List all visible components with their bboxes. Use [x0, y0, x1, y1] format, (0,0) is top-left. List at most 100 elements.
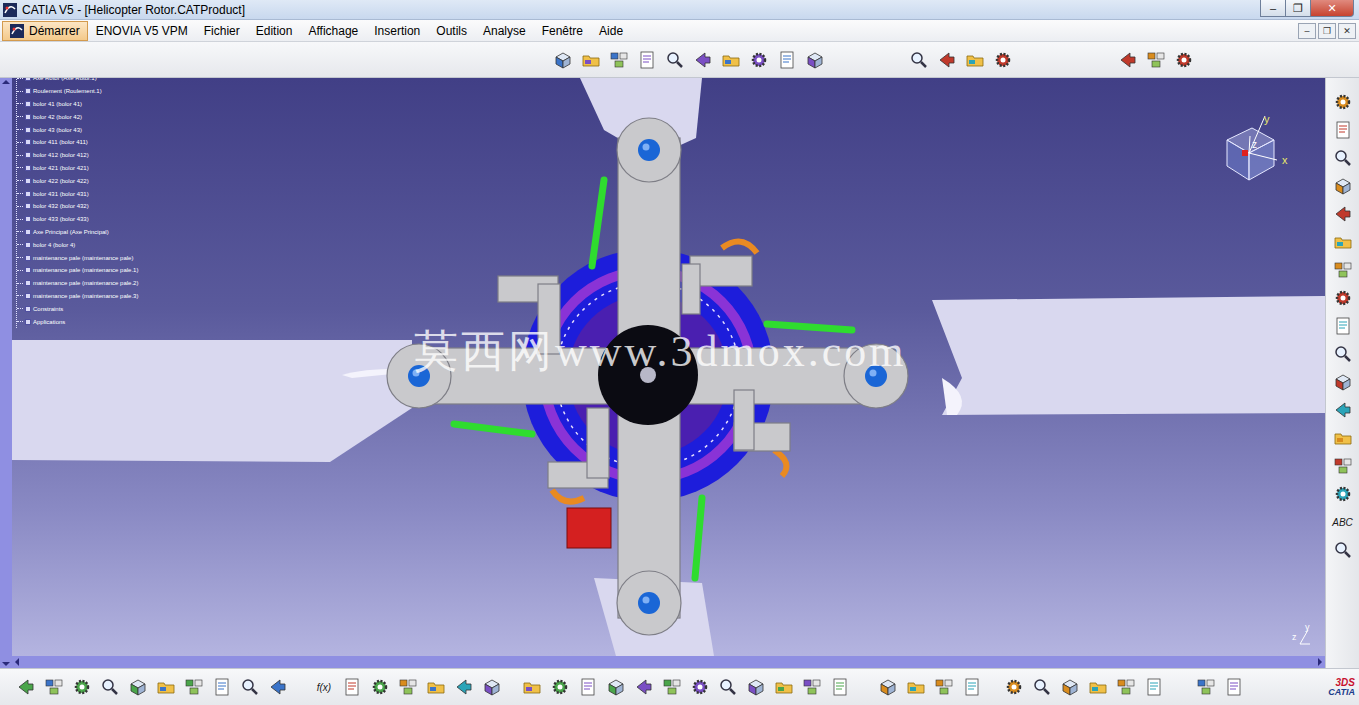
tool-button[interactable]	[775, 48, 799, 72]
tool-button[interactable]	[932, 675, 956, 699]
tree-item[interactable]: bolor 411 (bolor 411)	[17, 136, 138, 149]
tool-button[interactable]	[70, 675, 94, 699]
tool-button[interactable]	[876, 675, 900, 699]
tool-button[interactable]	[1331, 398, 1355, 422]
minimize-button[interactable]: –	[1260, 0, 1286, 17]
tool-button[interactable]	[1331, 342, 1355, 366]
tool-button[interactable]	[744, 675, 768, 699]
menu-item[interactable]: Affichage	[300, 21, 366, 41]
tool-button[interactable]	[907, 48, 931, 72]
tree-item[interactable]: bolor 422 (bolor 422)	[17, 174, 138, 187]
tool-button[interactable]	[368, 675, 392, 699]
tool-button[interactable]	[1331, 230, 1355, 254]
tool-button[interactable]	[1331, 202, 1355, 226]
tool-button[interactable]	[688, 675, 712, 699]
tree-item[interactable]: Roulement (Roulement.1)	[17, 85, 138, 98]
tool-button[interactable]	[452, 675, 476, 699]
tool-button[interactable]	[576, 675, 600, 699]
tree-item[interactable]: bolor 43 (bolor 43)	[17, 123, 138, 136]
menu-item[interactable]: Outils	[428, 21, 475, 41]
tree-item[interactable]: bolor 42 (bolor 42)	[17, 110, 138, 123]
tree-item[interactable]: bolor 4 (bolor 4)	[17, 238, 138, 251]
tool-button[interactable]	[1331, 538, 1355, 562]
tool-button[interactable]	[1331, 370, 1355, 394]
tool-button[interactable]	[98, 675, 122, 699]
tree-item[interactable]: maintenance pale (maintenance pale)	[17, 251, 138, 264]
tool-button[interactable]	[1331, 258, 1355, 282]
tree-item[interactable]: maintenance pale (maintenance pale.3)	[17, 290, 138, 303]
tree-item[interactable]: Axe Principal (Axe Principal)	[17, 226, 138, 239]
tool-button[interactable]	[663, 48, 687, 72]
tree-item[interactable]: bolor 432 (bolor 432)	[17, 200, 138, 213]
tool-button[interactable]	[1331, 286, 1355, 310]
tool-button[interactable]	[607, 48, 631, 72]
tool-button[interactable]	[772, 675, 796, 699]
tool-button[interactable]	[579, 48, 603, 72]
tool-button[interactable]	[800, 675, 824, 699]
tool-button[interactable]	[520, 675, 544, 699]
tool-button[interactable]	[1331, 146, 1355, 170]
tree-item[interactable]: bolor 412 (bolor 412)	[17, 149, 138, 162]
tool-button[interactable]	[42, 675, 66, 699]
tool-button[interactable]	[126, 675, 150, 699]
maximize-button[interactable]: ❐	[1285, 0, 1311, 17]
tree-item[interactable]: bolor 41 (bolor 41)	[17, 98, 138, 111]
tool-button[interactable]	[1331, 314, 1355, 338]
formula-button[interactable]: f(x)	[312, 675, 336, 699]
tool-button[interactable]	[1194, 675, 1218, 699]
scroll-left-icon[interactable]	[15, 658, 19, 666]
tree-item[interactable]: Axe Rotor (Axe Rotor.1)	[17, 78, 138, 85]
tool-button[interactable]	[716, 675, 740, 699]
menu-item[interactable]: Analyse	[475, 21, 534, 41]
scroll-right-icon[interactable]	[1318, 658, 1322, 666]
tool-button[interactable]	[1144, 48, 1168, 72]
menu-item[interactable]: ENOVIA V5 VPM	[88, 21, 196, 41]
tool-button[interactable]	[238, 675, 262, 699]
menu-item[interactable]: Fichier	[196, 21, 248, 41]
horizontal-scrollbar[interactable]	[12, 656, 1325, 668]
vertical-scrollbar[interactable]	[0, 78, 12, 668]
tool-button[interactable]	[1030, 675, 1054, 699]
menu-item[interactable]: Edition	[248, 21, 301, 41]
tree-item[interactable]: maintenance pale (maintenance pale.2)	[17, 277, 138, 290]
scroll-up-icon[interactable]	[2, 80, 10, 84]
tool-button[interactable]	[1331, 426, 1355, 450]
tool-button[interactable]	[604, 675, 628, 699]
tool-button[interactable]	[1142, 675, 1166, 699]
tool-button[interactable]	[396, 675, 420, 699]
tool-button[interactable]	[803, 48, 827, 72]
tool-button[interactable]	[1331, 174, 1355, 198]
tree-item[interactable]: maintenance pale (maintenance pale.1)	[17, 264, 138, 277]
tool-button[interactable]	[960, 675, 984, 699]
tool-button[interactable]	[1331, 90, 1355, 114]
tool-button[interactable]	[991, 48, 1015, 72]
tool-button[interactable]	[904, 675, 928, 699]
tool-button[interactable]	[935, 48, 959, 72]
menu-item[interactable]: Fenêtre	[534, 21, 591, 41]
tool-button[interactable]	[632, 675, 656, 699]
close-button[interactable]: ✕	[1310, 0, 1354, 17]
3d-viewport[interactable]: yzxyzAxe Rotor (Axe Rotor.1)Roulement (R…	[12, 78, 1325, 656]
tree-item[interactable]: bolor 431 (bolor 431)	[17, 187, 138, 200]
tool-button[interactable]	[1116, 48, 1140, 72]
menu-item[interactable]: Insertion	[366, 21, 428, 41]
tool-button[interactable]	[1331, 454, 1355, 478]
tool-button[interactable]	[210, 675, 234, 699]
menu-item[interactable]: Démarrer	[2, 21, 88, 41]
tool-button[interactable]	[660, 675, 684, 699]
tool-button[interactable]	[1086, 675, 1110, 699]
document-control-button[interactable]: ✕	[1338, 23, 1356, 39]
document-control-button[interactable]: ❐	[1318, 23, 1336, 39]
tool-button[interactable]	[424, 675, 448, 699]
tool-button[interactable]	[1002, 675, 1026, 699]
tree-item[interactable]: Applications	[17, 315, 138, 328]
tool-button[interactable]	[1222, 675, 1246, 699]
tool-button[interactable]	[1331, 482, 1355, 506]
tool-button[interactable]	[14, 675, 38, 699]
tool-button[interactable]	[266, 675, 290, 699]
tree-item[interactable]: Constraints	[17, 302, 138, 315]
tool-button[interactable]	[182, 675, 206, 699]
tool-button[interactable]	[340, 675, 364, 699]
tree-item[interactable]: bolor 433 (bolor 433)	[17, 213, 138, 226]
text-tool-button[interactable]: ABC	[1331, 510, 1355, 534]
